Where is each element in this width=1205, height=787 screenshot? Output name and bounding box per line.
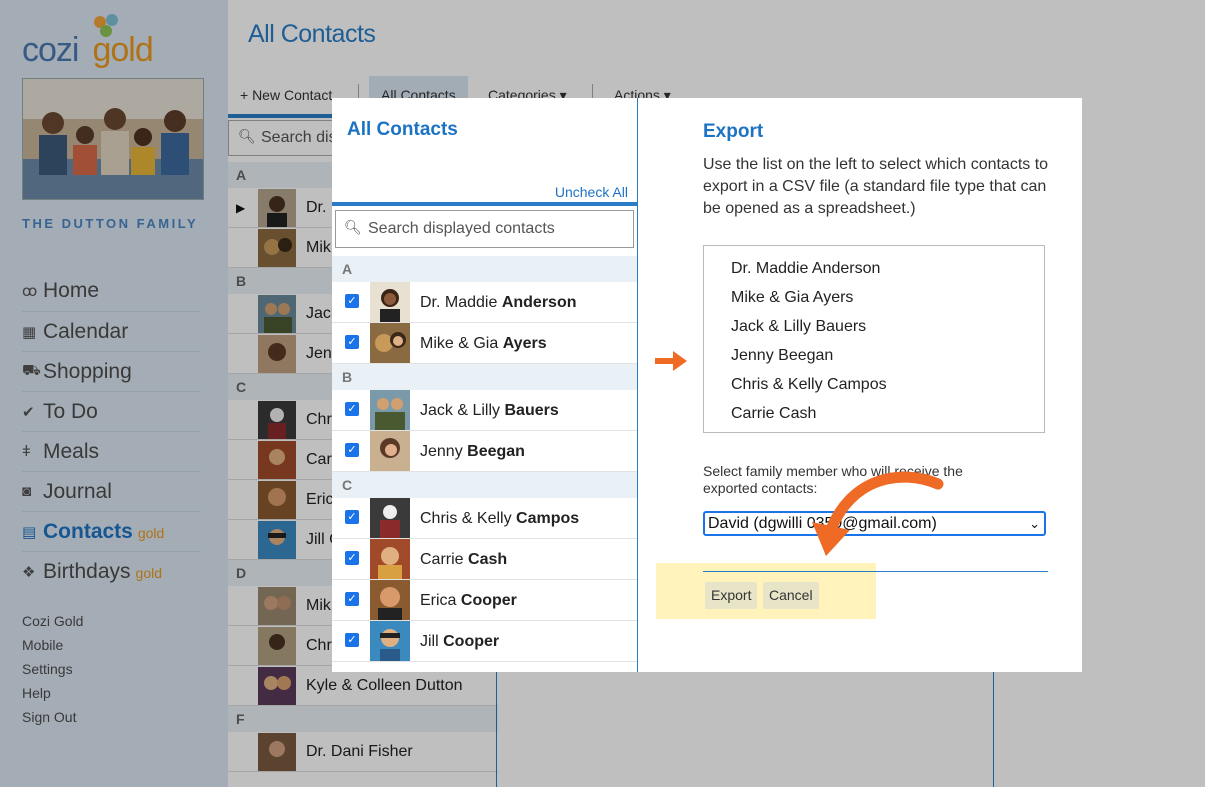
contact-checkbox[interactable]: ✓ [345, 551, 359, 565]
list-item[interactable]: ✓ Jenny Beegan [332, 431, 637, 472]
contact-checkbox[interactable]: ✓ [345, 510, 359, 524]
selector-title: All Contacts [347, 119, 458, 140]
chevron-down-icon: ⌄ [1029, 516, 1040, 531]
selector-list: A ✓ Dr. Maddie Anderson ✓ Mike & Gia Aye… [332, 256, 637, 662]
list-item: Chris & Kelly Campos [731, 376, 887, 393]
list-item: Dr. Maddie Anderson [731, 260, 881, 277]
letter-header: B [332, 364, 637, 390]
contact-first-name: Erica [420, 592, 457, 609]
contact-photo [370, 580, 410, 620]
list-item[interactable]: ✓ Chris & Kelly Campos [332, 498, 637, 539]
list-item: Mike & Gia Ayers [731, 289, 854, 306]
button-divider [703, 571, 1048, 572]
contact-first-name: Jill [420, 633, 439, 650]
selector-search-input[interactable]: Search displayed contacts [335, 210, 634, 248]
contact-checkbox[interactable]: ✓ [345, 294, 359, 308]
export-dialog: All Contacts Uncheck All Search displaye… [332, 98, 1082, 672]
contact-photo [370, 539, 410, 579]
arrow-right-icon [655, 351, 687, 371]
list-item: Jenny Beegan [731, 347, 834, 364]
selected-contacts-list: Dr. Maddie Anderson Mike & Gia Ayers Jac… [703, 245, 1045, 433]
uncheck-all-link[interactable]: Uncheck All [555, 184, 628, 200]
contact-photo [370, 621, 410, 661]
contact-photo [370, 390, 410, 430]
letter-header: A [332, 256, 637, 282]
contact-first-name: Dr. Maddie [420, 294, 498, 311]
selector-divider [332, 202, 637, 206]
export-description: Use the list on the left to select which… [703, 156, 1049, 217]
contact-selector: All Contacts Uncheck All Search displaye… [332, 98, 638, 672]
contact-photo [370, 282, 410, 322]
contact-last-name: Cash [468, 551, 508, 568]
contact-first-name: Jack & Lilly [420, 402, 501, 419]
contact-last-name: Cooper [460, 592, 517, 609]
contact-last-name: Anderson [501, 294, 577, 311]
contact-last-name: Cooper [443, 633, 500, 650]
contact-first-name: Mike & Gia [420, 335, 499, 352]
contact-photo [370, 323, 410, 363]
contact-first-name: Chris & Kelly [420, 510, 512, 527]
contact-photo [370, 498, 410, 538]
contact-last-name: Beegan [467, 443, 525, 460]
list-item[interactable]: ✓ Erica Cooper [332, 580, 637, 621]
contact-checkbox[interactable]: ✓ [345, 402, 359, 416]
letter-header: C [332, 472, 637, 498]
contact-photo [370, 431, 410, 471]
contact-checkbox[interactable]: ✓ [345, 633, 359, 647]
recipient-value: David (dgwilli 0359@gmail.com) [708, 515, 937, 532]
contact-checkbox[interactable]: ✓ [345, 592, 359, 606]
contact-last-name: Campos [516, 510, 580, 527]
list-item[interactable]: ✓ Carrie Cash [332, 539, 637, 580]
search-icon: 🔍︎ [344, 219, 362, 235]
recipient-select[interactable]: David (dgwilli 0359@gmail.com) ⌄ [703, 511, 1046, 536]
contact-last-name: Bauers [504, 402, 559, 419]
list-item: Carrie Cash [731, 405, 817, 422]
export-panel: Export Use the list on the left to selec… [639, 98, 1082, 672]
export-button[interactable]: Export [705, 582, 758, 609]
list-item[interactable]: ✓ Mike & Gia Ayers [332, 323, 637, 364]
contact-checkbox[interactable]: ✓ [345, 443, 359, 457]
list-item[interactable]: ✓ Jill Cooper [332, 621, 637, 662]
contact-last-name: Ayers [502, 335, 547, 352]
contact-first-name: Jenny [420, 443, 463, 460]
recipient-label: Select family member who will receive th… [703, 463, 963, 496]
cancel-button[interactable]: Cancel [763, 582, 819, 609]
list-item[interactable]: ✓ Dr. Maddie Anderson [332, 282, 637, 323]
list-item[interactable]: ✓ Jack & Lilly Bauers [332, 390, 637, 431]
contact-first-name: Carrie [420, 551, 464, 568]
export-title: Export [703, 121, 764, 142]
list-item: Jack & Lilly Bauers [731, 318, 867, 335]
contact-checkbox[interactable]: ✓ [345, 335, 359, 349]
